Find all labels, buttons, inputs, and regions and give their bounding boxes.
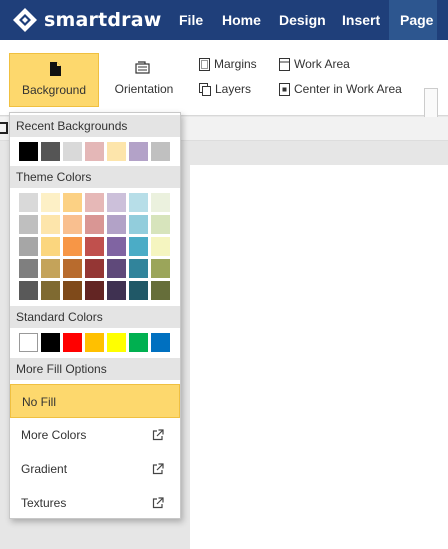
color-swatch[interactable] <box>63 215 82 234</box>
color-swatch[interactable] <box>85 193 104 212</box>
color-swatch[interactable] <box>41 237 60 256</box>
orientation-icon <box>135 61 150 74</box>
color-swatch[interactable] <box>129 142 148 161</box>
color-swatch[interactable] <box>85 333 104 352</box>
orientation-button[interactable]: Orientation <box>107 53 181 107</box>
menu-insert[interactable]: Insert <box>342 0 382 40</box>
no-fill-option[interactable]: No Fill <box>10 384 180 418</box>
color-swatch[interactable] <box>63 333 82 352</box>
color-swatch[interactable] <box>107 281 126 300</box>
color-swatch[interactable] <box>151 193 170 212</box>
smartdraw-logo[interactable]: smartdraw <box>12 6 162 34</box>
color-swatch[interactable] <box>85 259 104 278</box>
layers-button[interactable]: Layers <box>199 81 251 97</box>
color-swatch[interactable] <box>19 215 38 234</box>
color-swatch[interactable] <box>63 281 82 300</box>
layers-label: Layers <box>215 82 252 96</box>
color-swatch[interactable] <box>151 281 170 300</box>
color-swatch[interactable] <box>63 142 82 161</box>
color-swatch[interactable] <box>129 215 148 234</box>
menu-design[interactable]: Design <box>279 0 326 40</box>
orientation-label: Orientation <box>114 82 174 96</box>
background-dropdown: Recent Backgrounds Theme Colors Standard… <box>9 112 181 519</box>
color-swatch[interactable] <box>41 193 60 212</box>
recent-backgrounds-header: Recent Backgrounds <box>10 115 180 137</box>
color-swatch[interactable] <box>129 333 148 352</box>
color-swatch[interactable] <box>151 237 170 256</box>
color-swatch[interactable] <box>129 259 148 278</box>
work-area-label: Work Area <box>294 57 350 71</box>
background-button[interactable]: Background <box>9 53 99 107</box>
color-swatch[interactable] <box>63 259 82 278</box>
color-swatch[interactable] <box>19 142 38 161</box>
color-swatch[interactable] <box>151 333 170 352</box>
more-colors-label: More Colors <box>21 428 87 442</box>
color-swatch[interactable] <box>107 237 126 256</box>
work-area-button[interactable]: Work Area <box>279 56 350 72</box>
color-swatch[interactable] <box>151 259 170 278</box>
menu-page[interactable]: Page <box>389 0 437 40</box>
color-swatch[interactable] <box>19 281 38 300</box>
external-link-icon <box>152 463 164 475</box>
drawing-canvas[interactable] <box>190 165 448 549</box>
color-swatch[interactable] <box>85 237 104 256</box>
color-swatch[interactable] <box>151 215 170 234</box>
color-swatch[interactable] <box>107 215 126 234</box>
color-swatch[interactable] <box>41 259 60 278</box>
menu-home[interactable]: Home <box>222 0 262 40</box>
color-swatch[interactable] <box>19 193 38 212</box>
more-fill-options-header: More Fill Options <box>10 358 180 380</box>
textures-option[interactable]: Textures <box>10 486 180 520</box>
color-swatch[interactable] <box>85 215 104 234</box>
no-fill-label: No Fill <box>22 395 57 409</box>
color-swatch[interactable] <box>85 142 104 161</box>
smartdraw-logo-icon <box>13 8 37 32</box>
ribbon: Background Orientation Margins Layers Wo… <box>0 40 448 144</box>
center-in-work-area-button[interactable]: Center in Work Area <box>279 81 402 97</box>
work-area-icon <box>279 57 290 71</box>
color-swatch[interactable] <box>107 193 126 212</box>
color-swatch[interactable] <box>129 193 148 212</box>
color-swatch[interactable] <box>41 333 60 352</box>
theme-colors-header: Theme Colors <box>10 166 180 188</box>
top-nav-bar: smartdraw File Home Design Insert Page <box>0 0 448 40</box>
background-label: Background <box>21 83 87 97</box>
color-swatch[interactable] <box>19 259 38 278</box>
gradient-label: Gradient <box>21 462 68 476</box>
color-swatch[interactable] <box>63 193 82 212</box>
panel-toggle-icon[interactable] <box>0 122 8 134</box>
color-swatch[interactable] <box>107 259 126 278</box>
color-swatch[interactable] <box>19 333 38 352</box>
color-swatch[interactable] <box>41 142 60 161</box>
color-swatch[interactable] <box>107 142 126 161</box>
standard-colors-header: Standard Colors <box>10 306 180 328</box>
textures-label: Textures <box>21 496 67 510</box>
margins-icon <box>199 57 210 71</box>
external-link-icon <box>152 429 164 441</box>
color-swatch[interactable] <box>19 237 38 256</box>
center-icon <box>279 82 290 96</box>
color-swatch[interactable] <box>41 215 60 234</box>
external-link-icon <box>152 497 164 509</box>
color-swatch[interactable] <box>151 142 170 161</box>
center-in-work-area-label: Center in Work Area <box>294 82 402 96</box>
more-colors-option[interactable]: More Colors <box>10 418 180 452</box>
margins-label: Margins <box>214 57 257 71</box>
color-swatch[interactable] <box>129 237 148 256</box>
color-swatch[interactable] <box>41 281 60 300</box>
color-swatch[interactable] <box>85 281 104 300</box>
color-swatch[interactable] <box>107 333 126 352</box>
page-icon <box>50 62 61 76</box>
logo-text: smartdraw <box>44 9 162 31</box>
margins-button[interactable]: Margins <box>199 56 257 72</box>
gradient-option[interactable]: Gradient <box>10 452 180 486</box>
menu-file[interactable]: File <box>179 0 209 40</box>
layers-icon <box>199 82 211 96</box>
color-swatch[interactable] <box>129 281 148 300</box>
color-swatch[interactable] <box>63 237 82 256</box>
